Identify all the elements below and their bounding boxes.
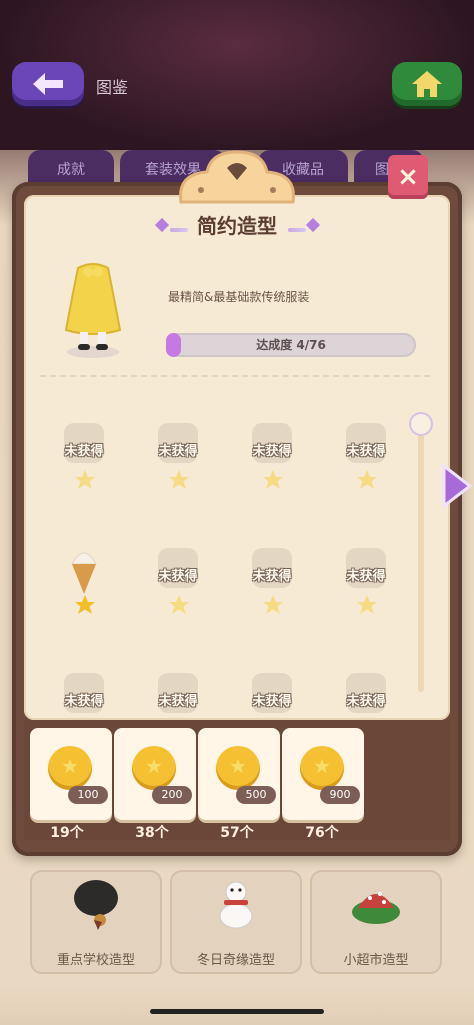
reward-count-3: 57个 <box>220 825 254 841</box>
item-status-label: 未获得 <box>346 569 386 584</box>
item-status-label: 未获得 <box>64 444 104 459</box>
star-icon <box>169 470 189 489</box>
ice-cream-cone-icon <box>71 552 97 594</box>
reward-amount: 500 <box>236 786 276 804</box>
reward-row: 100 200 500 900 <box>24 720 374 825</box>
outfit-avatar <box>64 263 122 358</box>
star-icon <box>263 595 283 614</box>
gold-coin-icon <box>132 746 176 790</box>
set-description: 最精简&最基础款传统服装 <box>168 290 310 304</box>
item-status-label: 未获得 <box>252 569 292 584</box>
item-status-label: 未获得 <box>158 569 198 584</box>
reward-count-4: 76个 <box>305 825 339 841</box>
item-status-label: 未获得 <box>346 694 386 709</box>
item-status-label: 未获得 <box>64 694 104 709</box>
page-title: 图鉴 <box>96 78 129 97</box>
reward-count-2: 38个 <box>135 825 169 841</box>
collection-item[interactable]: 未获得 <box>326 530 406 630</box>
completion-progress-bar: 达成度 4/76 <box>166 333 416 357</box>
scrollbar-track[interactable] <box>418 412 424 692</box>
item-status-label: 未获得 <box>158 444 198 459</box>
progress-label: 达成度 4/76 <box>256 338 326 352</box>
collection-item[interactable]: 未获得 <box>232 405 312 505</box>
collection-item[interactable]: 未获得 <box>138 530 218 630</box>
set-card-school[interactable]: 重点学校造型 <box>30 870 162 974</box>
collection-item[interactable]: 未获得 <box>232 530 312 630</box>
set-title: 简约造型 <box>197 214 277 238</box>
scrollbar-thumb[interactable] <box>409 412 433 436</box>
collection-item[interactable]: 未获得 <box>326 405 406 505</box>
back-button[interactable] <box>12 62 84 106</box>
reward-amount: 200 <box>152 786 192 804</box>
reward-amount: 900 <box>320 786 360 804</box>
home-icon <box>412 71 442 97</box>
item-status-label: 未获得 <box>158 694 198 709</box>
item-status-label: 未获得 <box>252 444 292 459</box>
graduation-cap-icon <box>74 880 118 930</box>
back-arrow-icon <box>33 73 63 95</box>
set-card-label: 冬日奇缘造型 <box>196 953 275 968</box>
collection-item[interactable]: 未获得 <box>44 405 124 505</box>
star-icon <box>263 470 283 489</box>
set-card-label: 重点学校造型 <box>56 953 135 968</box>
dashed-divider <box>40 375 430 379</box>
wave-right <box>288 228 306 232</box>
reward-box[interactable]: 500 <box>198 728 280 820</box>
star-icon <box>75 595 95 614</box>
set-card-label: 小超市造型 <box>343 953 409 968</box>
collection-grid: 未获得 未获得 未获得 未获得 未获得 未获得 未获得 未获得 未获得 未获得 未获得 <box>44 405 406 739</box>
home-indicator[interactable] <box>150 1009 324 1014</box>
next-arrow-icon[interactable] <box>440 462 474 510</box>
reward-box[interactable]: 100 <box>30 728 112 820</box>
gold-coin-icon <box>300 746 344 790</box>
star-icon <box>357 470 377 489</box>
ribbon-cap-ornament <box>179 150 295 204</box>
close-button[interactable]: × <box>388 155 428 199</box>
home-button[interactable] <box>392 62 462 106</box>
item-status-label: 未获得 <box>252 694 292 709</box>
reward-box[interactable]: 200 <box>114 728 196 820</box>
collection-item[interactable] <box>44 530 124 630</box>
star-icon <box>75 470 95 489</box>
snowman-icon <box>219 881 253 929</box>
reward-count-1: 19个 <box>50 825 84 841</box>
reward-amount: 100 <box>68 786 108 804</box>
star-icon <box>357 595 377 614</box>
item-status-label: 未获得 <box>346 444 386 459</box>
other-sets-row: 重点学校造型 冬日奇缘造型 小超市造型 <box>30 860 444 980</box>
reward-box[interactable]: 900 <box>282 728 364 820</box>
gold-coin-icon <box>48 746 92 790</box>
set-card-winter[interactable]: 冬日奇缘造型 <box>170 870 302 974</box>
cake-icon <box>352 892 400 924</box>
collection-item[interactable]: 未获得 <box>138 405 218 505</box>
star-icon <box>169 595 189 614</box>
set-card-market[interactable]: 小超市造型 <box>310 870 442 974</box>
bottom-strip <box>0 985 474 1025</box>
gold-coin-icon <box>216 746 260 790</box>
